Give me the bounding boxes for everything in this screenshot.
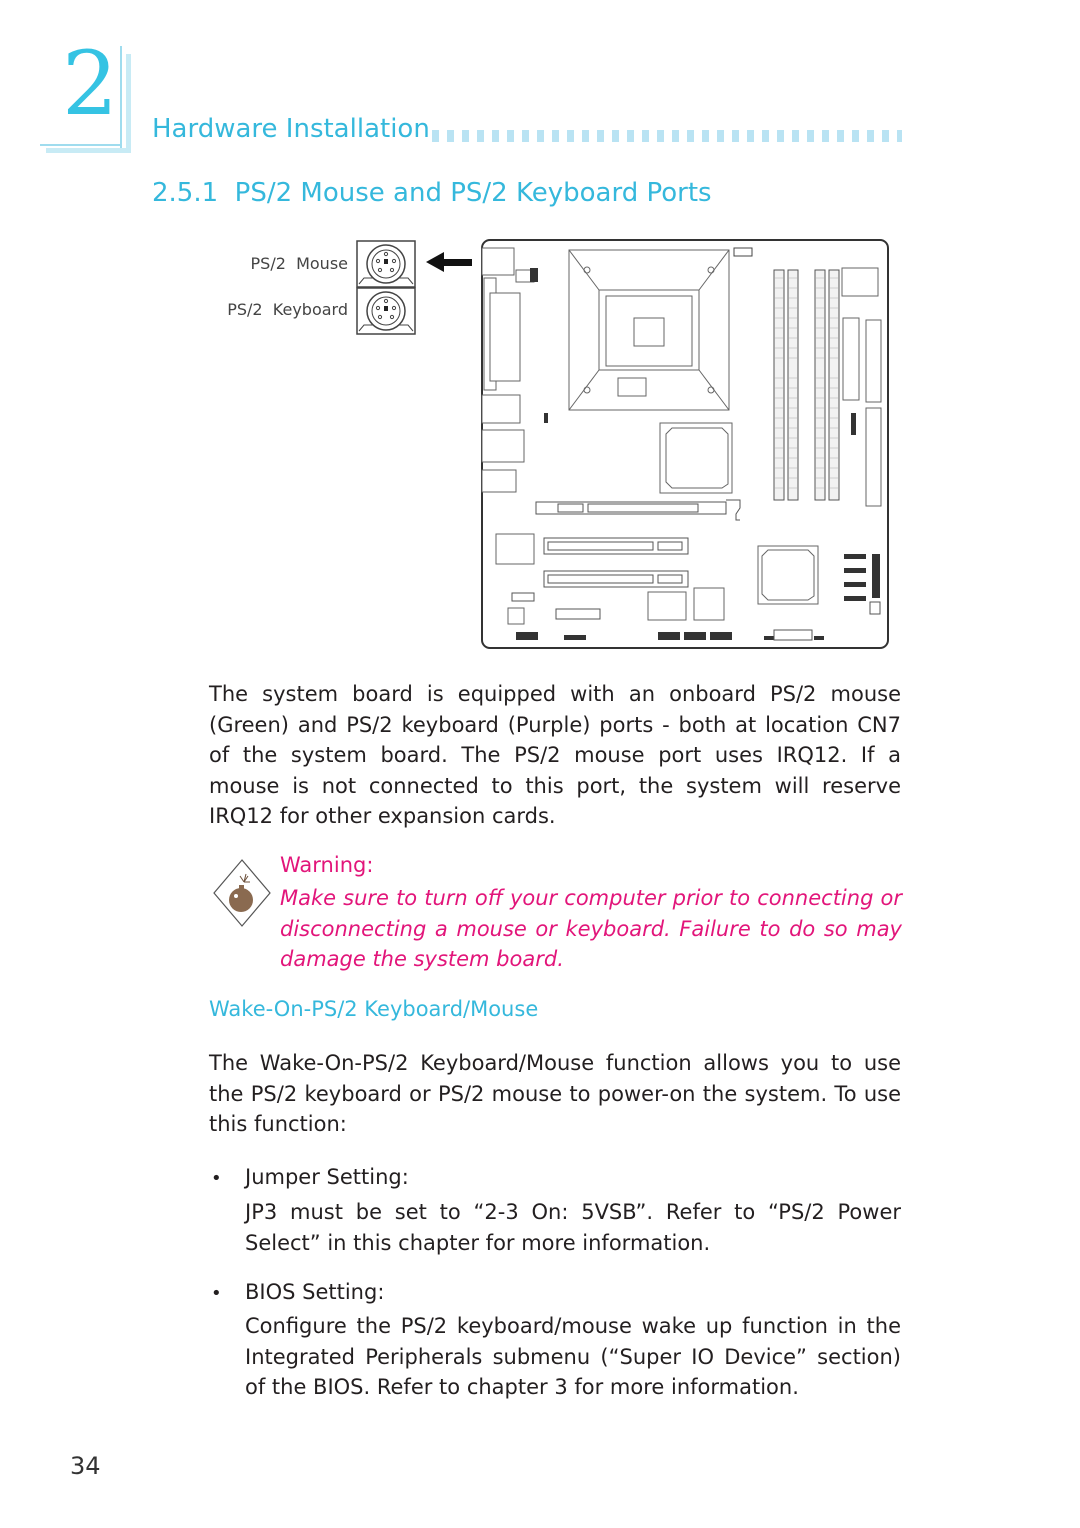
- bullet-icon: •: [211, 1168, 222, 1189]
- page-number: 34: [70, 1452, 101, 1480]
- fan-header-2: [869, 601, 881, 615]
- chapter-title: Hardware Installation: [152, 114, 430, 144]
- chapter-marker-line-v: [120, 46, 122, 148]
- ps2-ports-diagram: [356, 240, 416, 335]
- ide-connector-1: [865, 319, 882, 403]
- small-chip: [507, 607, 525, 625]
- chapter-marker-shadow-h: [46, 148, 131, 153]
- audio-chip: [495, 533, 535, 565]
- wake-heading: Wake-On-PS/2 Keyboard/Mouse: [209, 997, 539, 1021]
- bullet-icon: •: [211, 1283, 222, 1304]
- chapter-marker: 2: [40, 40, 131, 153]
- jumper-3: [544, 413, 548, 423]
- floppy-connector: [773, 629, 813, 641]
- warning-text: Make sure to turn off your computer prio…: [280, 886, 902, 971]
- bios-setting-text: Configure the PS/2 keyboard/mouse wake u…: [245, 1314, 901, 1399]
- bios-chip: [693, 587, 725, 621]
- jumper: [851, 413, 856, 435]
- ide-connector-2: [865, 407, 882, 507]
- wake-paragraph: The Wake-On-PS/2 Keyboard/Mouse function…: [209, 1051, 901, 1136]
- chapter-number: 2: [62, 32, 118, 135]
- jumper-setting-text: JP3 must be set to “2-3 On: 5VSB”. Refer…: [245, 1200, 901, 1255]
- io-chip: [841, 267, 879, 297]
- chapter-marker-shadow-v: [126, 54, 131, 152]
- header-connector: [555, 608, 601, 620]
- chapter-marker-line-h: [40, 144, 122, 146]
- front-panel-header: [872, 554, 880, 598]
- intro-paragraph: The system board is equipped with an onb…: [209, 682, 901, 828]
- ps2-mouse-port-icon: [356, 240, 416, 288]
- ps2-keyboard-port-icon: [356, 287, 416, 335]
- ps2-keyboard-label: PS/2 Keyboard: [227, 300, 348, 319]
- bomb-icon: [213, 859, 271, 927]
- jumper-2: [530, 268, 538, 282]
- title-dot-leader: [432, 130, 902, 142]
- ps2-mouse-label: PS/2 Mouse: [250, 254, 348, 273]
- atx-power-connector: [842, 317, 860, 401]
- jumper-setting-title: Jumper Setting:: [245, 1165, 409, 1189]
- pointer-arrow-icon: [426, 252, 472, 272]
- bios-setting-title: BIOS Setting:: [245, 1280, 385, 1304]
- warning-title: Warning:: [280, 853, 374, 877]
- motherboard-diagram: [481, 239, 889, 649]
- fan-header: [733, 247, 753, 257]
- section-title: 2.5.1 PS/2 Mouse and PS/2 Keyboard Ports: [152, 178, 712, 208]
- cd-in-header: [511, 592, 535, 602]
- lan-chip: [647, 591, 687, 621]
